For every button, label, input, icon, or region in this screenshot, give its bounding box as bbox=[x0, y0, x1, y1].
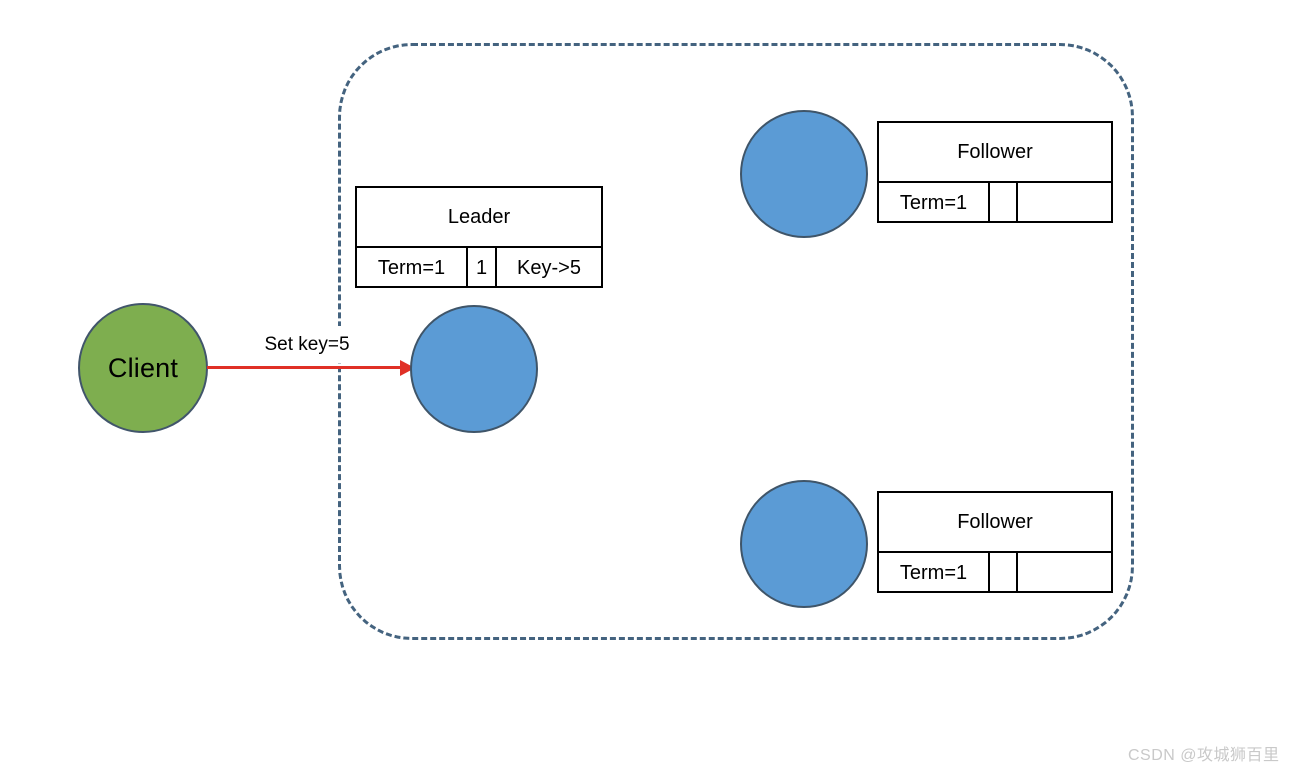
follower-1-node[interactable] bbox=[740, 110, 868, 238]
leader-state-table: Leader Term=1 1 Key->5 bbox=[355, 186, 603, 288]
follower-1-log-row: Term=1 bbox=[879, 183, 1111, 223]
request-arrow-line bbox=[207, 366, 403, 369]
follower-1-role-title: Follower bbox=[879, 123, 1111, 183]
follower-2-index-cell bbox=[990, 553, 1018, 593]
watermark: CSDN @攻城狮百里 bbox=[1128, 747, 1280, 764]
leader-node[interactable] bbox=[410, 305, 538, 433]
follower-1-state-table: Follower Term=1 bbox=[877, 121, 1113, 223]
follower-2-log-row: Term=1 bbox=[879, 553, 1111, 593]
follower-1-term-cell: Term=1 bbox=[879, 183, 990, 223]
client-node-label: Client bbox=[107, 352, 179, 383]
leader-log-row: Term=1 1 Key->5 bbox=[357, 248, 601, 288]
follower-2-state-table: Follower Term=1 bbox=[877, 491, 1113, 593]
leader-index-cell: 1 bbox=[468, 248, 497, 288]
leader-entry-cell: Key->5 bbox=[517, 256, 581, 279]
leader-role-title: Leader bbox=[357, 188, 601, 248]
follower-2-node[interactable] bbox=[740, 480, 868, 608]
follower-2-entry-cell bbox=[1018, 553, 1111, 593]
diagram-canvas: Client Set key=5 Leader Term=1 1 Key->5 … bbox=[0, 0, 1311, 773]
follower-1-entry-cell bbox=[1018, 183, 1111, 223]
client-node[interactable]: Client bbox=[78, 303, 208, 433]
follower-2-role-title: Follower bbox=[879, 493, 1111, 553]
follower-2-term-cell: Term=1 bbox=[879, 553, 990, 593]
follower-1-index-cell bbox=[990, 183, 1018, 223]
leader-term-cell: Term=1 bbox=[357, 248, 468, 288]
message-label: Set key=5 bbox=[247, 326, 367, 363]
